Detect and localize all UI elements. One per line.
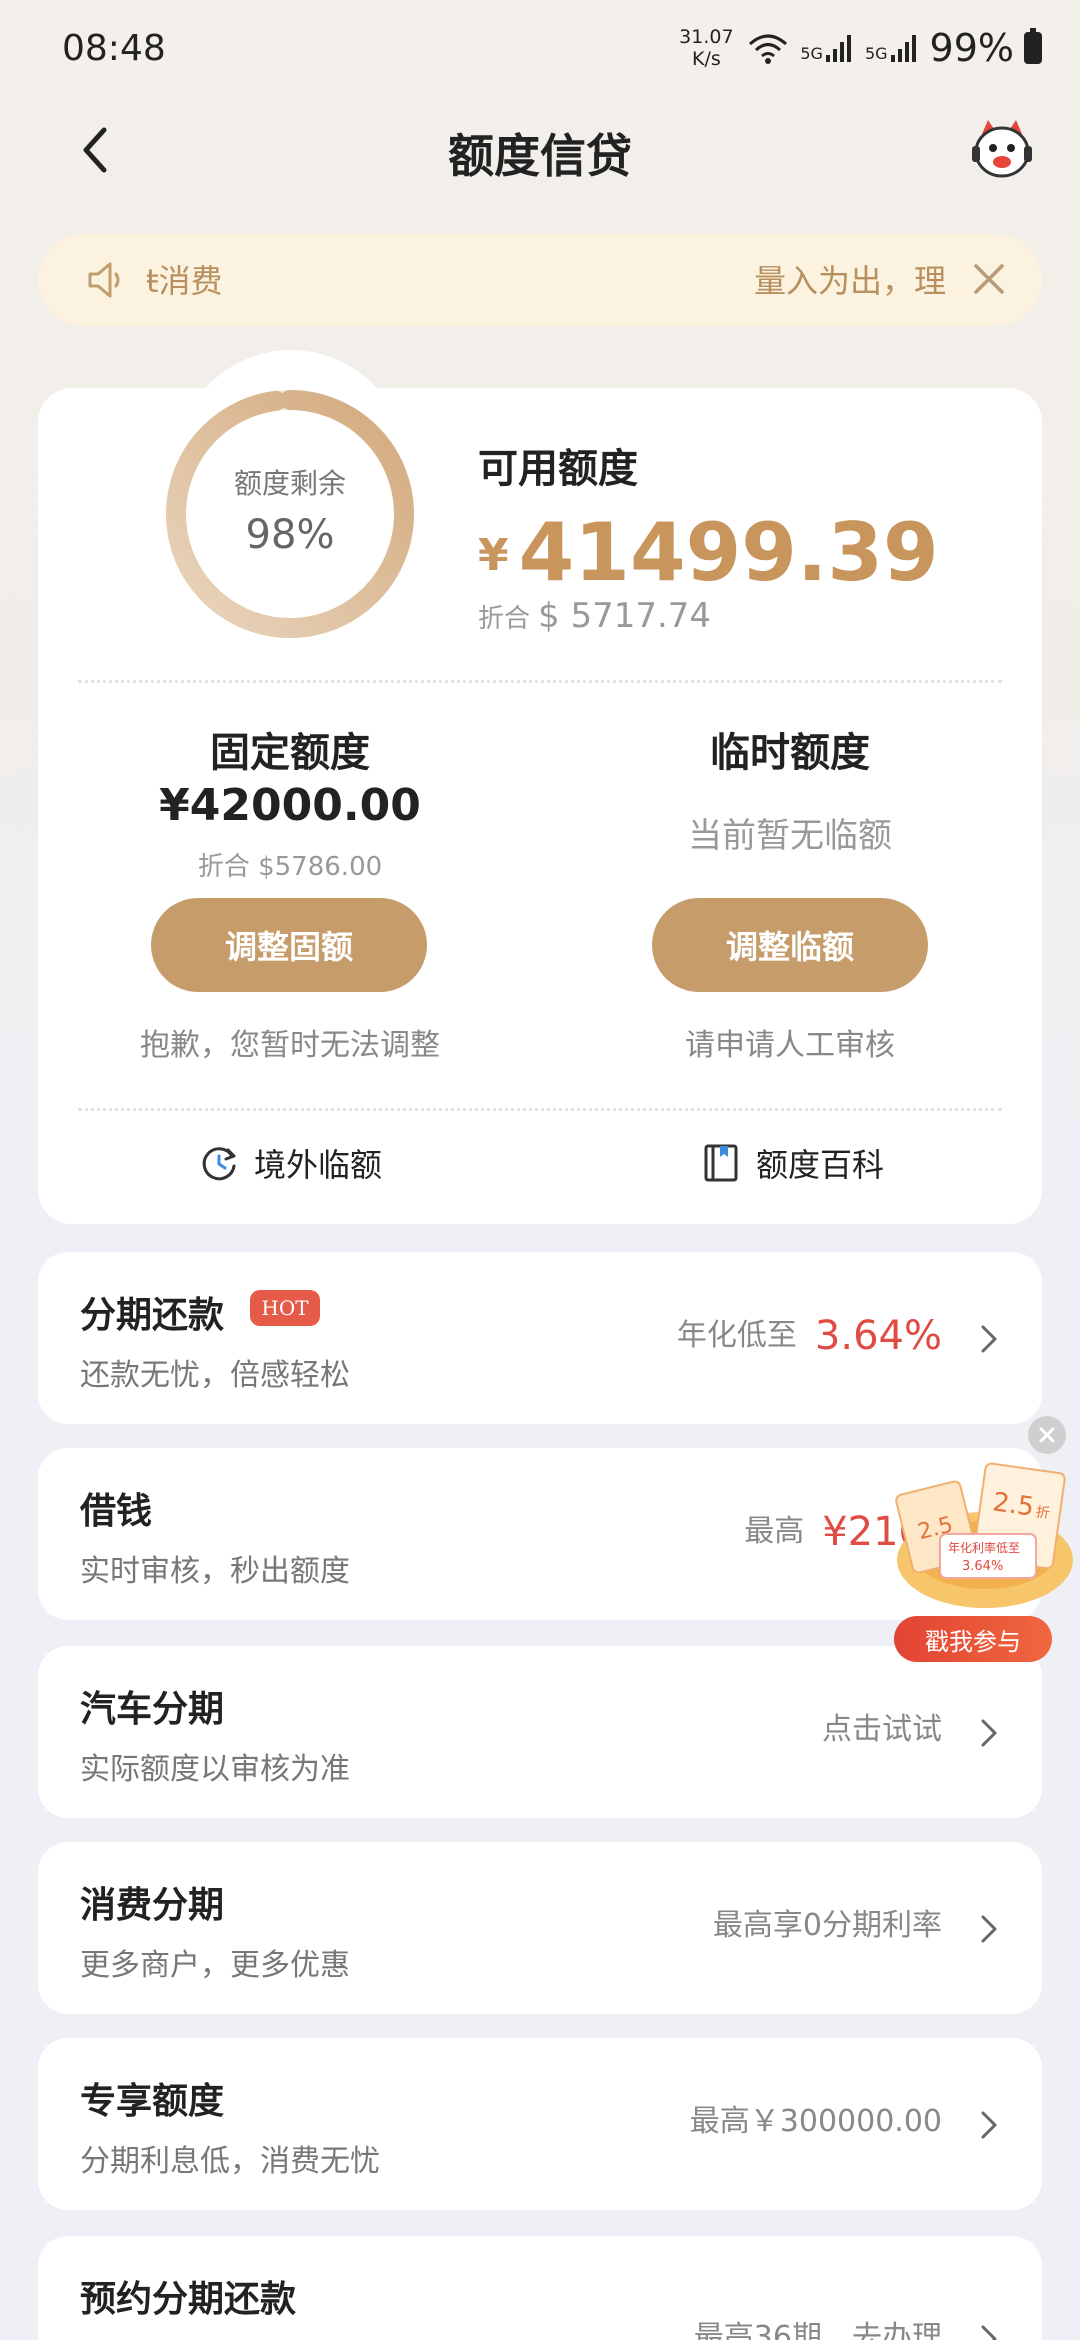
status-time: 08:48 <box>62 28 166 69</box>
close-icon[interactable] <box>966 256 1012 302</box>
product-title: 分期还款 <box>80 1295 225 1336</box>
chevron-right-icon <box>981 2111 997 2139</box>
status-bar: 08:48 31.07 K/s 5G 5G 99% <box>0 0 1080 100</box>
status-icons: 31.07 K/s 5G 5G 99% <box>676 26 1042 70</box>
promo-rate-value: 3.64% <box>962 1559 1003 1574</box>
product-subtitle: 分期利息低，消费无忧 <box>80 2144 380 2179</box>
refresh-clock-icon <box>202 1147 236 1181</box>
available-amount: ¥41499.39 <box>478 506 939 599</box>
divider <box>78 680 1002 683</box>
network-type: 5G <box>864 44 888 63</box>
product-subtitle: 实时审核，秒出额度 <box>80 1554 350 1589</box>
nav-bar: 额度信贷 <box>0 100 1080 200</box>
product-right-text: 最高36期，去办理 <box>693 2320 942 2340</box>
promo-close-button[interactable] <box>1028 1416 1066 1454</box>
product-right-text: 年化低至 3.64% <box>676 1313 942 1359</box>
product-subtitle: 实际额度以审核为准 <box>80 1752 350 1787</box>
signal-icon <box>825 35 851 62</box>
notice-text-left: ŧ消费 <box>146 262 223 300</box>
product-title: 汽车分期 <box>80 1689 225 1730</box>
temp-quota-note: 请申请人工审核 <box>685 1028 895 1063</box>
product-subtitle: 还款无忧，倍感轻松 <box>80 1358 350 1393</box>
converted-value: $ 5717.74 <box>538 596 712 636</box>
network-type: 5G <box>800 44 823 63</box>
chevron-right-icon <box>981 1915 997 1943</box>
overseas-temp-label: 境外临额 <box>254 1146 383 1184</box>
book-icon <box>704 1144 738 1182</box>
hot-badge: HOT <box>250 1290 320 1326</box>
converted-prefix: 折合 <box>478 604 531 634</box>
quota-wiki-link[interactable]: 额度百科 <box>700 1140 884 1186</box>
rate-value: 3.64% <box>814 1313 942 1359</box>
close-icon <box>1039 1427 1055 1443</box>
temp-quota-status: 当前暂无临额 <box>688 816 892 856</box>
promo-join-button[interactable]: 戳我参与 <box>894 1616 1052 1662</box>
ring-percent: 98% <box>245 512 335 558</box>
product-title: 借钱 <box>80 1491 153 1532</box>
fixed-quota-note: 抱歉，您暂时无法调整 <box>140 1028 440 1063</box>
product-card-scheduled-installment[interactable]: 预约分期还款 最高36期，去办理 <box>38 2236 1042 2340</box>
fixed-quota-title: 固定额度 <box>210 730 370 776</box>
product-card-exclusive-quota[interactable]: 专享额度 分期利息低，消费无忧 最高￥300000.00 <box>38 2038 1042 2210</box>
adjust-temp-button[interactable]: 调整临额 <box>652 898 928 992</box>
currency-symbol: ¥ <box>478 530 509 581</box>
product-card-consumer-installment[interactable]: 消费分期 更多商户，更多优惠 最高享0分期利率 <box>38 1842 1042 2014</box>
battery-percent: 99% <box>929 26 1014 70</box>
adjust-fixed-button[interactable]: 调整固额 <box>151 898 427 992</box>
available-converted: 折合 $ 5717.74 <box>478 596 711 636</box>
quota-wiki-label: 额度百科 <box>756 1146 885 1184</box>
coupon-unit: 折 <box>1035 1504 1051 1522</box>
available-value: 41499.39 <box>518 506 939 599</box>
chevron-right-icon <box>981 1719 997 1747</box>
product-right-text: 最高享0分期利率 <box>712 1908 942 1943</box>
signal-icon <box>890 35 916 62</box>
battery-icon <box>1024 28 1042 64</box>
promo-rate-label: 年化利率低至 <box>948 1540 1020 1555</box>
overseas-temp-link[interactable]: 境外临额 <box>198 1140 382 1186</box>
product-right-text: 最高￥300000.00 <box>689 2104 942 2139</box>
wifi-icon <box>749 34 788 64</box>
temp-quota-title: 临时额度 <box>710 730 870 776</box>
product-title: 预约分期还款 <box>80 2279 297 2320</box>
fixed-quota-converted: 折合 $5786.00 <box>197 852 383 882</box>
page-title: 额度信贷 <box>448 129 632 183</box>
speaker-icon <box>88 262 120 298</box>
product-subtitle: 更多商户，更多优惠 <box>80 1948 350 1983</box>
ring-label: 额度剩余 <box>233 467 346 500</box>
notice-text-right: 量入为出，理 <box>753 262 946 300</box>
notice-bar[interactable]: ŧ消费 量入为出，理 <box>38 234 1042 326</box>
mascot-icon[interactable] <box>968 116 1036 184</box>
product-card-car-loan[interactable]: 汽车分期 实际额度以审核为准 点击试试 <box>38 1646 1042 1818</box>
fixed-quota-amount: ¥42000.00 <box>159 780 421 831</box>
chevron-right-icon <box>981 1325 997 1353</box>
coupon-value: 2.5 <box>991 1487 1036 1522</box>
chevron-right-icon <box>981 2325 997 2340</box>
product-right-text: 点击试试 <box>822 1712 942 1747</box>
net-speed: 31.07 K/s <box>679 26 734 70</box>
product-title: 消费分期 <box>80 1885 225 1926</box>
divider <box>78 1108 1002 1111</box>
product-title: 专享额度 <box>80 2081 225 2122</box>
available-label: 可用额度 <box>478 446 638 492</box>
product-card-installment[interactable]: 分期还款 HOT 还款无忧，倍感轻松 年化低至 3.64% <box>38 1252 1042 1424</box>
